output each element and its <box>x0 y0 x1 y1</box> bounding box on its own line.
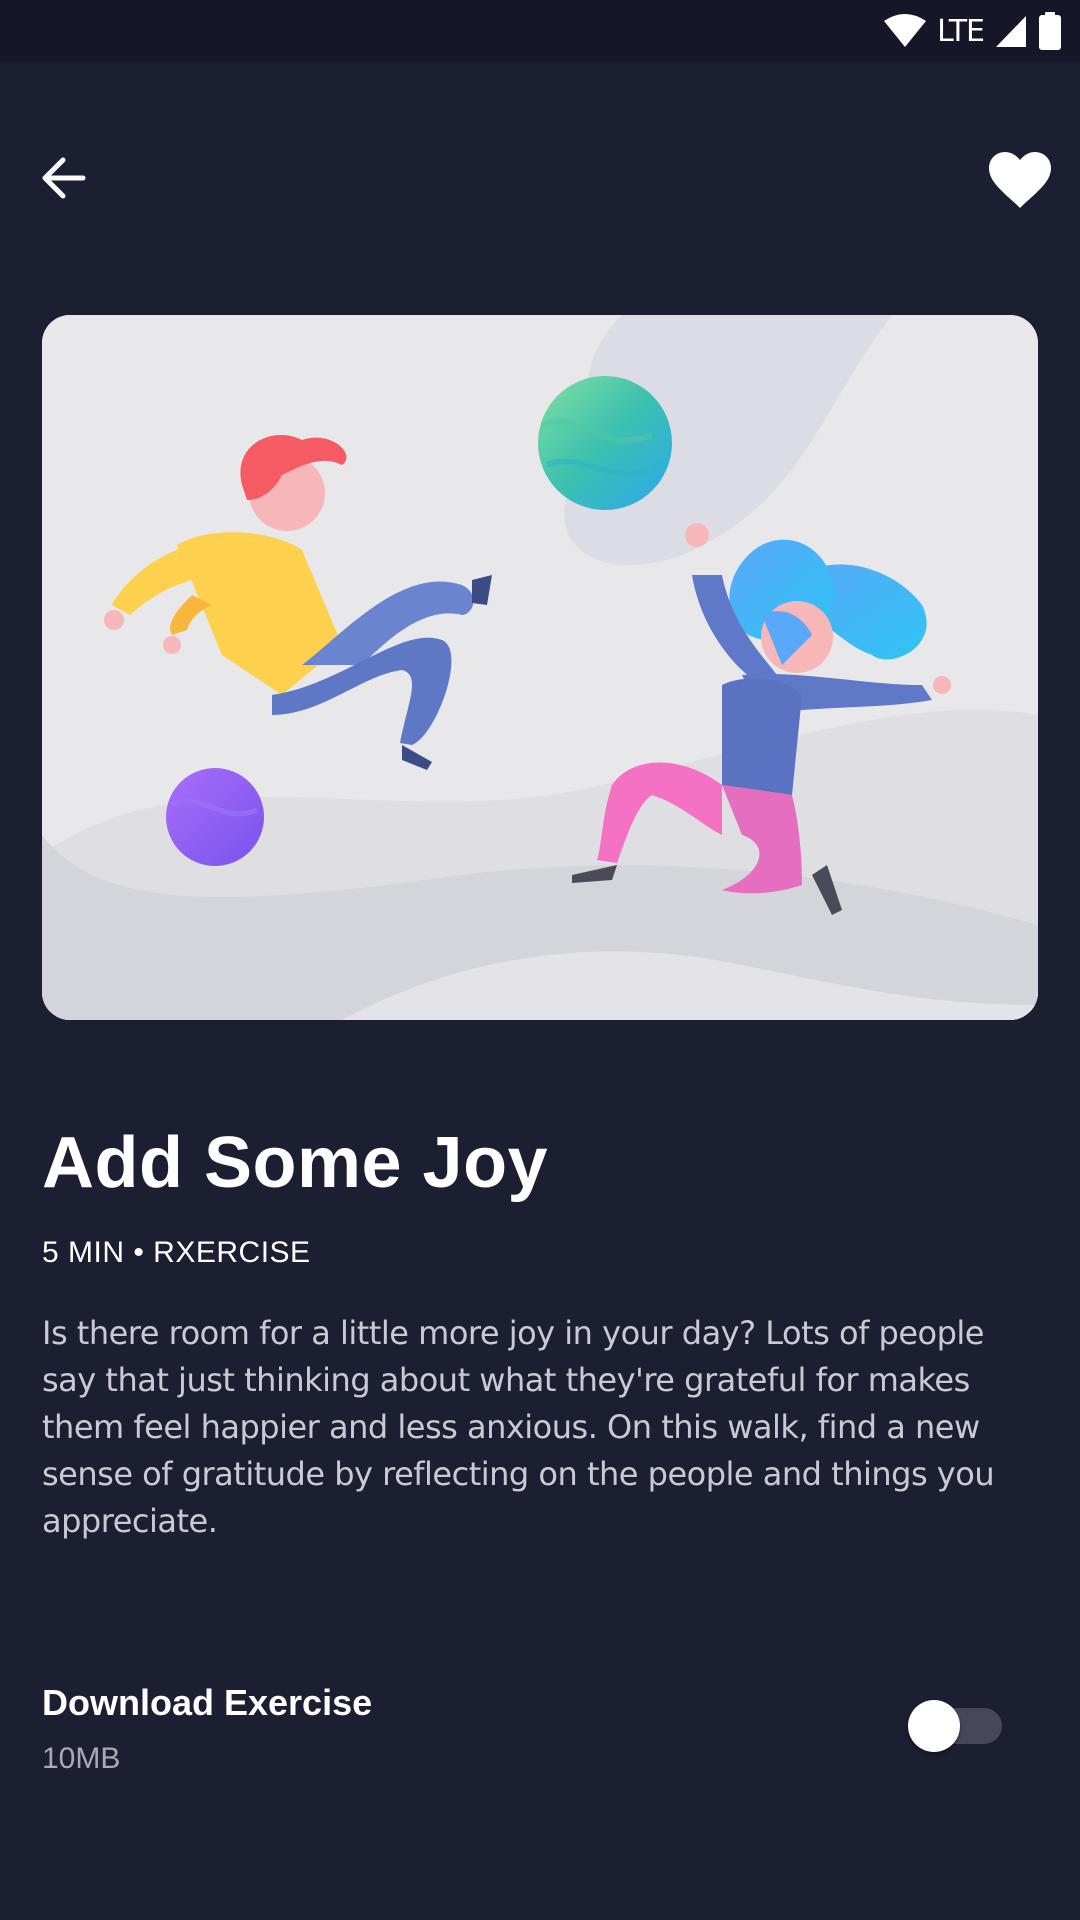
hero-image <box>42 315 1038 1020</box>
exercise-meta: 5 MIN • RXERCISE <box>42 1236 311 1269</box>
download-title: Download Exercise <box>42 1682 373 1723</box>
exercise-title: Add Some Joy <box>42 1123 549 1203</box>
exercise-detail-screen: LTE Add Some Joy 5 MIN • RXERCISE Is the… <box>0 0 1080 1920</box>
exercise-description: Is there room for a little more joy in y… <box>42 1314 995 1540</box>
toggle-thumb <box>908 1700 960 1752</box>
people-playing-illustration <box>42 315 1038 1020</box>
status-icons: LTE <box>883 10 1062 52</box>
cellular-signal-icon <box>996 16 1026 47</box>
favorite-button[interactable] <box>982 142 1058 218</box>
wifi-icon <box>884 14 927 47</box>
back-button[interactable] <box>30 145 96 211</box>
status-bar: LTE <box>0 0 1080 62</box>
download-toggle[interactable] <box>908 1698 1004 1754</box>
heart-icon <box>989 152 1051 208</box>
arrow-left-icon <box>42 157 86 199</box>
battery-icon <box>1039 12 1061 50</box>
network-type-label: LTE <box>937 13 985 49</box>
download-size: 10MB <box>42 1742 121 1775</box>
